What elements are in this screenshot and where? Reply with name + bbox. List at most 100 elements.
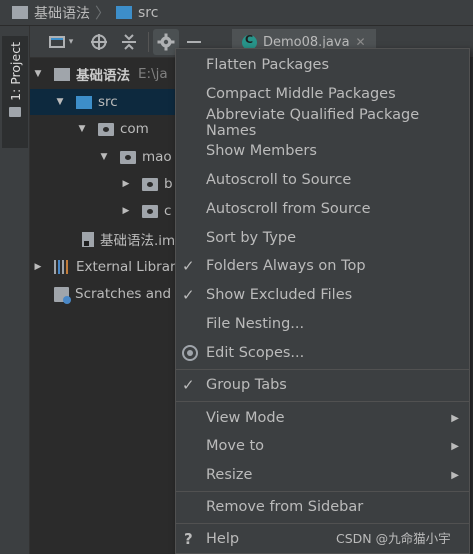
breadcrumb: 基础语法 〉 src <box>0 0 473 26</box>
menu-item-remove-from-sidebar[interactable]: Remove from Sidebar <box>176 493 469 521</box>
menu-item-autoscroll-from-source[interactable]: Autoscroll from Source <box>176 195 469 223</box>
expand-arrow-icon[interactable]: ▼ <box>98 152 110 162</box>
breadcrumb-project-label: 基础语法 <box>34 5 90 22</box>
breadcrumb-folder-label: src <box>138 4 159 21</box>
menu-item-label: Autoscroll from Source <box>206 201 371 217</box>
folder-icon <box>12 6 28 19</box>
menu-item-show-excluded-files[interactable]: ✓ Show Excluded Files <box>176 281 469 309</box>
menu-item-group-tabs[interactable]: ✓ Group Tabs <box>176 371 469 399</box>
menu-separator <box>176 401 469 402</box>
source-folder-icon <box>76 95 92 109</box>
tree-item-com[interactable]: ▼ com <box>30 116 176 142</box>
package-icon <box>142 177 158 191</box>
menu-item-label: Autoscroll to Source <box>206 172 352 188</box>
menu-separator <box>176 523 469 524</box>
tree-item-label: 基础语法 <box>76 68 130 84</box>
module-folder-icon <box>54 67 70 81</box>
package-icon <box>120 150 136 164</box>
minimize-icon <box>187 40 201 43</box>
tree-item-label: src <box>98 94 118 110</box>
submenu-arrow-icon: ▶ <box>451 412 459 424</box>
crosshair-icon <box>91 33 107 50</box>
menu-separator <box>176 491 469 492</box>
options-menu: Flatten Packages Compact Middle Packages… <box>175 48 470 554</box>
left-tool-strip: 1: Project <box>0 26 30 554</box>
tree-item-path: E:\ja <box>138 66 168 82</box>
toolbar-divider <box>148 31 149 52</box>
menu-item-resize[interactable]: Resize ▶ <box>176 461 469 489</box>
menu-item-sort-by-type[interactable]: Sort by Type <box>176 224 469 252</box>
menu-item-compact-middle-packages[interactable]: Compact Middle Packages <box>176 80 469 108</box>
menu-item-label: Resize <box>206 467 253 483</box>
submenu-arrow-icon: ▶ <box>451 469 459 481</box>
menu-item-autoscroll-to-source[interactable]: Autoscroll to Source <box>176 166 469 194</box>
menu-item-label: Flatten Packages <box>206 57 330 73</box>
menu-item-label: Edit Scopes... <box>206 345 305 361</box>
tree-item-label: External Librari <box>76 259 176 275</box>
checkmark-icon: ✓ <box>182 376 195 394</box>
project-tab-label: 1: Project <box>7 42 23 101</box>
expand-arrow-icon[interactable]: ▶ <box>32 262 44 272</box>
collapse-all-icon <box>122 33 136 50</box>
package-icon <box>98 122 114 136</box>
close-icon[interactable]: ✕ <box>356 35 366 49</box>
tree-item-src[interactable]: ▼ src <box>30 89 176 115</box>
project-tool-window-tab[interactable]: 1: Project <box>2 36 28 148</box>
folder-icon <box>9 106 21 117</box>
tree-item-b[interactable]: ▶ b <box>30 171 176 197</box>
menu-item-flatten-packages[interactable]: Flatten Packages <box>176 51 469 79</box>
menu-item-edit-scopes[interactable]: Edit Scopes... <box>176 339 469 367</box>
menu-item-view-mode[interactable]: View Mode ▶ <box>176 404 469 432</box>
tree-item-c[interactable]: ▶ c <box>30 198 176 224</box>
library-icon <box>54 260 70 274</box>
menu-item-show-members[interactable]: Show Members <box>176 137 469 165</box>
tree-item-label: c <box>164 203 172 219</box>
tree-item-external-libraries[interactable]: ▶ External Librari <box>30 254 176 280</box>
tree-item-scratches[interactable]: Scratches and C <box>30 281 176 307</box>
menu-item-label: Remove from Sidebar <box>206 499 364 515</box>
chevron-down-icon: ▾ <box>68 36 74 47</box>
tree-item-mao[interactable]: ▼ mao <box>30 144 176 170</box>
menu-item-label: Sort by Type <box>206 230 297 246</box>
scratches-icon <box>54 286 71 304</box>
menu-item-label: Abbreviate Qualified Package Names <box>206 107 420 139</box>
breadcrumb-separator: 〉 <box>95 4 111 22</box>
expand-arrow-icon[interactable]: ▶ <box>120 206 132 216</box>
menu-item-label: File Nesting... <box>206 316 305 332</box>
menu-item-move-to[interactable]: Move to ▶ <box>176 432 469 460</box>
menu-item-label: Group Tabs <box>206 377 287 393</box>
menu-item-label: View Mode <box>206 410 285 426</box>
tree-item-iml-file[interactable]: 基础语法.im <box>30 226 176 252</box>
menu-item-label: Folders Always on Top <box>206 258 366 274</box>
menu-item-file-nesting[interactable]: File Nesting... <box>176 310 469 338</box>
menu-item-label: Show Members <box>206 143 317 159</box>
menu-item-label: Compact Middle Packages <box>206 86 396 102</box>
expand-arrow-icon[interactable]: ▶ <box>120 179 132 189</box>
collapse-all-button[interactable] <box>114 29 144 55</box>
help-icon: ? <box>184 530 193 548</box>
menu-item-folders-always-on-top[interactable]: ✓ Folders Always on Top <box>176 252 469 280</box>
tree-item-label: 基础语法.im <box>100 233 176 249</box>
source-folder-icon <box>116 6 133 19</box>
project-tree: ▼ 基础语法 E:\ja ▼ src ▼ com ▼ mao ▶ b ▶ c 基… <box>30 59 176 554</box>
expand-arrow-icon[interactable]: ▼ <box>54 97 66 107</box>
menu-item-label: Move to <box>206 438 265 454</box>
menu-item-label: Show Excluded Files <box>206 287 353 303</box>
breadcrumb-folder[interactable]: src <box>116 5 158 21</box>
view-selector-icon <box>48 35 65 48</box>
tree-item-label: mao <box>142 149 172 165</box>
expand-arrow-icon[interactable]: ▼ <box>76 124 88 134</box>
menu-separator <box>176 369 469 370</box>
module-file-icon <box>82 231 94 247</box>
gear-icon <box>157 33 175 50</box>
locate-file-button[interactable] <box>84 29 114 55</box>
expand-arrow-icon[interactable]: ▼ <box>32 69 44 79</box>
scope-icon <box>182 345 198 361</box>
view-selector-button[interactable]: ▾ <box>38 29 84 55</box>
watermark: CSDN @九命猫小宇 <box>336 531 451 546</box>
tree-item-label: com <box>120 121 149 137</box>
tree-item-project-root[interactable]: ▼ 基础语法 E:\ja <box>30 61 176 87</box>
submenu-arrow-icon: ▶ <box>451 440 459 452</box>
breadcrumb-project[interactable]: 基础语法 <box>12 3 90 23</box>
menu-item-abbreviate-package-names[interactable]: Abbreviate Qualified Package Names <box>176 107 469 139</box>
